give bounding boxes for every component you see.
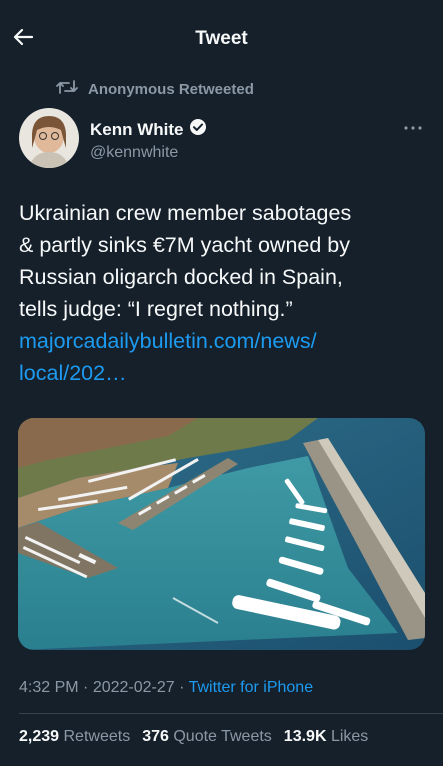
quote-tweets-stat[interactable]: 376 Quote Tweets xyxy=(142,728,272,746)
quote-tweets-label: Quote Tweets xyxy=(173,728,272,745)
more-icon xyxy=(403,118,423,135)
retweeted-by-label: Anonymous Retweeted xyxy=(88,80,254,98)
tweet-metadata: 4:32 PM · 2022-02-27 · Twitter for iPhon… xyxy=(19,679,313,697)
divider xyxy=(19,713,443,714)
verified-badge-icon xyxy=(184,118,207,141)
retweets-stat[interactable]: 2,239 Retweets xyxy=(19,728,130,746)
engagement-stats: 2,239 Retweets 376 Quote Tweets 13.9K Li… xyxy=(19,728,368,746)
likes-stat[interactable]: 13.9K Likes xyxy=(284,728,369,746)
author-block[interactable]: Kenn White @kennwhite xyxy=(90,118,207,162)
tweet-text-line: tells judge: “I regret nothing.” xyxy=(19,297,293,321)
article-link-line: majorcadailybulletin.com/news/ xyxy=(19,329,317,353)
separator: · xyxy=(78,679,93,696)
tweet-text-line: Ukrainian crew member sabotages xyxy=(19,201,352,225)
separator: · xyxy=(174,679,189,696)
tweet-time: 4:32 PM xyxy=(19,679,79,696)
tweet-text: Ukrainian crew member sabotages & partly… xyxy=(19,197,419,389)
page-title: Tweet xyxy=(195,28,248,49)
more-options-button[interactable] xyxy=(403,118,423,136)
author-handle[interactable]: @kennwhite xyxy=(90,144,207,162)
author-name[interactable]: Kenn White xyxy=(90,120,184,140)
tweet-text-line: & partly sinks €7M yacht owned by xyxy=(19,233,351,257)
article-link-line: local/202… xyxy=(19,361,127,385)
tweet-media-image[interactable] xyxy=(18,418,425,650)
retweets-count: 2,239 xyxy=(19,728,60,745)
likes-label: Likes xyxy=(330,728,369,745)
quote-tweets-count: 376 xyxy=(142,728,169,745)
avatar[interactable] xyxy=(19,108,79,168)
article-link[interactable]: majorcadailybulletin.com/news/ local/202… xyxy=(19,325,419,389)
tweet-source-link[interactable]: Twitter for iPhone xyxy=(189,679,314,696)
top-bar: Tweet xyxy=(0,0,443,78)
retweet-icon xyxy=(56,78,88,100)
retweets-label: Retweets xyxy=(63,728,131,745)
tweet-date: 2022-02-27 xyxy=(92,679,175,696)
likes-count: 13.9K xyxy=(283,728,327,745)
tweet-text-line: Russian oligarch docked in Spain, xyxy=(19,265,343,289)
retweet-context[interactable]: Anonymous Retweeted xyxy=(56,78,254,100)
